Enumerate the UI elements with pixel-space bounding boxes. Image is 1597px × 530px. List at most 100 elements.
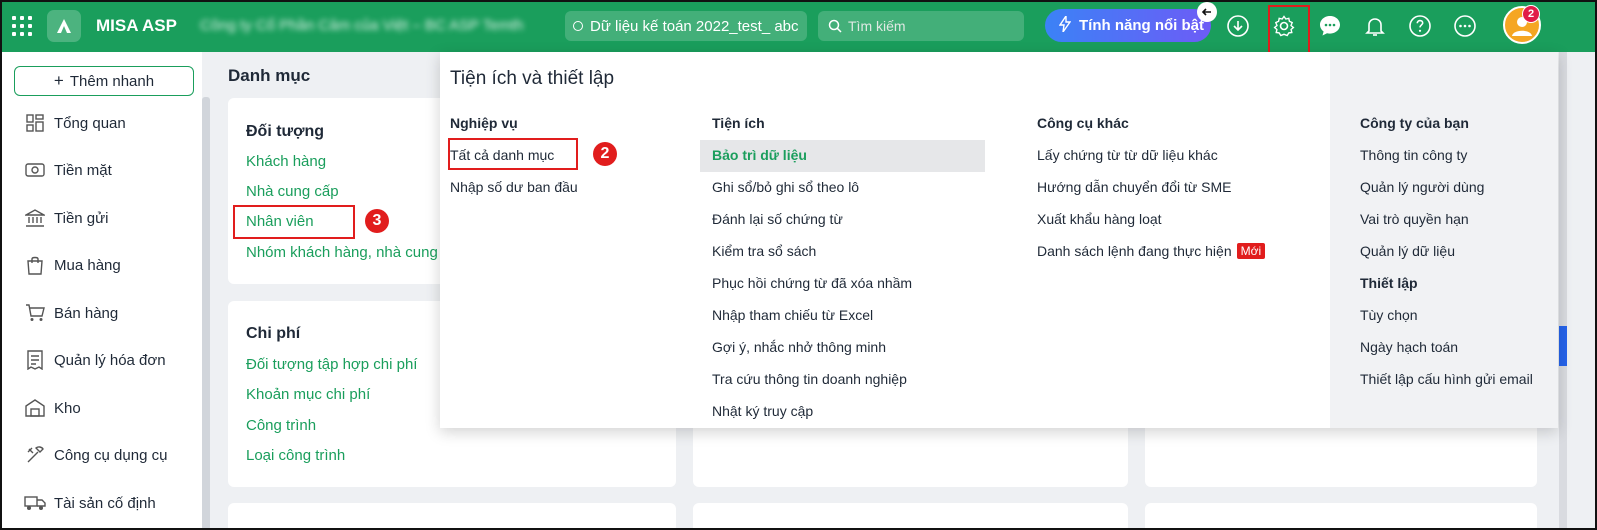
utilities-settings-panel: Tiện ích và thiết lập Nghiệp vụ Tất cả d… — [440, 52, 1558, 428]
menu-item-convert-from-sme[interactable]: Hướng dẫn chuyển đổi từ SME — [1037, 179, 1231, 195]
all-categories-highlight-box — [448, 138, 578, 170]
sidebar-item-label: Tiền mặt — [54, 161, 112, 179]
sidebar-item-tools[interactable]: Công cụ dụng cụ — [24, 442, 167, 468]
menu-item-batch-posting[interactable]: Ghi sổ/bỏ ghi sổ theo lô — [712, 179, 859, 195]
sidebar-item-invoice[interactable]: Quản lý hóa đơn — [24, 347, 166, 373]
quick-add-button[interactable]: + Thêm nhanh — [14, 66, 194, 96]
link-projects[interactable]: Công trình — [246, 417, 316, 434]
link-project-types[interactable]: Loại công trình — [246, 447, 345, 464]
invoice-icon — [24, 349, 46, 371]
help-icon[interactable] — [1407, 13, 1433, 39]
employees-highlight-box — [233, 205, 355, 239]
dataset-status-icon — [573, 21, 583, 31]
category-card-bottom-3 — [1145, 503, 1537, 530]
menu-item-import-other-data[interactable]: Lấy chứng từ từ dữ liệu khác — [1037, 147, 1218, 163]
menu-item-roles-permissions[interactable]: Vai trò quyền hạn — [1360, 211, 1469, 227]
search-box[interactable] — [818, 11, 1024, 41]
search-icon — [828, 19, 842, 33]
page-scrollbar-thumb[interactable] — [1559, 326, 1567, 366]
cash-icon — [24, 159, 46, 181]
page-scrollbar[interactable] — [1559, 52, 1567, 530]
sidebar-item-label: Tài sản cố định — [54, 494, 156, 512]
link-cost-items[interactable]: Khoản mục chi phí — [246, 386, 370, 403]
menu-item-access-log[interactable]: Nhật ký truy cập — [712, 403, 813, 419]
menu-item-options[interactable]: Tùy chọn — [1360, 307, 1418, 323]
download-icon[interactable] — [1225, 13, 1251, 39]
menu-item-smart-reminders[interactable]: Gợi ý, nhắc nhở thông minh — [712, 339, 886, 355]
sidebar-item-label: Kho — [54, 399, 81, 417]
tools-icon — [24, 444, 46, 466]
featured-button[interactable]: Tính năng nổi bật — [1045, 9, 1211, 42]
menu-item-data-maintenance[interactable]: Bảo trì dữ liệu — [712, 147, 807, 163]
link-suppliers[interactable]: Nhà cung cấp — [246, 183, 339, 200]
menu-item-company-info[interactable]: Thông tin công ty — [1360, 147, 1467, 163]
brand-name: MISA ASP — [96, 16, 177, 35]
menu-item-import-excel[interactable]: Nhập tham chiếu từ Excel — [712, 307, 873, 323]
menu-item-restore-deleted[interactable]: Phục hồi chứng từ đã xóa nhầm — [712, 275, 912, 291]
chat-icon[interactable] — [1317, 13, 1343, 39]
menu-item-running-tasks-label: Danh sách lệnh đang thực hiện — [1037, 243, 1232, 259]
settings-highlight-box — [1268, 5, 1310, 56]
sidebar-item-overview[interactable]: Tổng quan — [24, 110, 126, 136]
sidebar-item-warehouse[interactable]: Kho — [24, 395, 81, 421]
column-header-other-tools: Công cụ khác — [1037, 115, 1129, 131]
notification-badge: 2 — [1522, 5, 1540, 23]
menu-item-posting-date[interactable]: Ngày hạch toán — [1360, 339, 1458, 355]
lightning-icon — [1058, 13, 1072, 36]
shopping-bag-icon — [24, 254, 46, 276]
category-card-bottom-1 — [228, 503, 676, 530]
bell-icon[interactable] — [1362, 13, 1388, 39]
bank-icon — [24, 207, 46, 229]
featured-label: Tính năng nổi bật — [1079, 17, 1204, 34]
truck-icon — [24, 492, 46, 514]
menu-item-check-books[interactable]: Kiểm tra sổ sách — [712, 243, 816, 259]
plus-icon: + — [53, 71, 64, 90]
card-title-costs: Chi phí — [246, 325, 301, 342]
sidebar-item-label: Bán hàng — [54, 304, 119, 322]
link-cost-objects[interactable]: Đối tượng tập hợp chi phí — [246, 356, 417, 373]
dataset-name: Dữ liệu kế toán 2022_test_ abc — [590, 17, 799, 35]
sidebar-item-purchase[interactable]: Mua hàng — [24, 252, 121, 278]
quick-add-label: Thêm nhanh — [69, 72, 155, 90]
column-header-your-company: Công ty của bạn — [1360, 115, 1469, 131]
column-header-settings: Thiết lập — [1360, 275, 1418, 291]
menu-item-running-tasks[interactable]: Danh sách lệnh đang thực hiện Mới — [1037, 243, 1266, 259]
card-title-objects: Đối tượng — [246, 123, 325, 140]
apps-grid-icon[interactable] — [12, 16, 32, 36]
dashboard-icon — [24, 112, 46, 134]
sidebar-item-label: Tổng quan — [54, 114, 126, 132]
cart-icon — [24, 302, 46, 324]
sidebar-item-cash[interactable]: Tiền mặt — [24, 157, 112, 183]
sidebar-item-label: Công cụ dụng cụ — [54, 446, 168, 464]
dataset-selector[interactable]: Dữ liệu kế toán 2022_test_ abc — [565, 11, 807, 41]
sidebar-item-deposit[interactable]: Tiền gửi — [24, 205, 109, 231]
sidebar-item-fixed-assets[interactable]: Tài sản cố định — [24, 490, 156, 516]
new-badge: Mới — [1236, 243, 1266, 259]
search-input[interactable] — [848, 18, 1018, 34]
misa-logo-icon[interactable] — [47, 10, 81, 42]
sidebar-item-sales[interactable]: Bán hàng — [24, 300, 118, 326]
menu-item-email-config[interactable]: Thiết lập cấu hình gửi email — [1360, 371, 1533, 387]
warehouse-icon — [24, 397, 46, 419]
sidebar-item-label: Mua hàng — [54, 256, 121, 274]
top-bar: MISA ASP Công ty Cổ Phần Cảm của Việt – … — [0, 0, 1597, 52]
step-badge-3: 3 — [365, 209, 389, 233]
menu-item-data-management[interactable]: Quản lý dữ liệu — [1360, 243, 1455, 259]
menu-item-business-lookup[interactable]: Tra cứu thông tin doanh nghiệp — [712, 371, 907, 387]
arrow-left-icon[interactable] — [1197, 2, 1217, 22]
link-customers[interactable]: Khách hàng — [246, 153, 326, 170]
menu-item-bulk-export[interactable]: Xuất khẩu hàng loạt — [1037, 211, 1162, 227]
company-name[interactable]: Công ty Cổ Phần Cảm của Việt – BC ASP Te… — [200, 17, 524, 34]
more-icon[interactable] — [1452, 13, 1478, 39]
menu-item-opening-balance[interactable]: Nhập số dư ban đầu — [450, 179, 578, 195]
sidebar-scrollbar[interactable] — [202, 97, 210, 530]
category-card-bottom-2 — [693, 503, 1128, 530]
step-badge-2: 2 — [593, 142, 617, 166]
link-customer-supplier-groups[interactable]: Nhóm khách hàng, nhà cung c — [246, 244, 440, 261]
page-title: Danh mục — [228, 66, 311, 85]
menu-item-user-management[interactable]: Quản lý người dùng — [1360, 179, 1484, 195]
sidebar: + Thêm nhanh Tổng quan Tiền mặt Tiền gửi… — [2, 52, 202, 530]
sidebar-item-label: Tiền gửi — [54, 209, 109, 227]
panel-title: Tiện ích và thiết lập — [450, 68, 615, 89]
menu-item-renumber-vouchers[interactable]: Đánh lại số chứng từ — [712, 211, 843, 227]
